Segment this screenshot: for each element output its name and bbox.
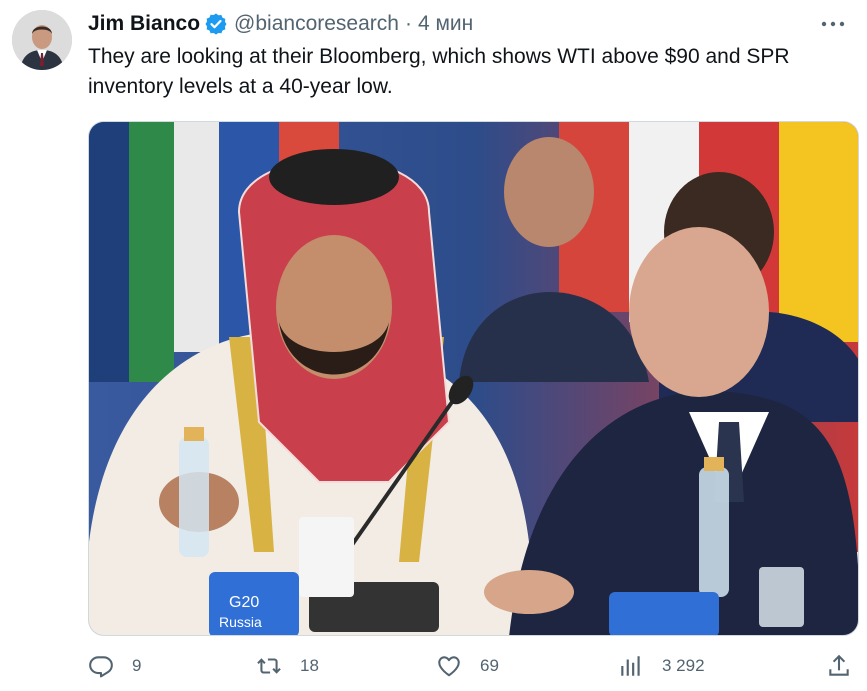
author-name[interactable]: Jim Bianco [88, 12, 200, 36]
heart-icon [436, 653, 462, 679]
author-handle[interactable]: @biancoresearch [234, 12, 399, 36]
separator-dot: · [404, 12, 412, 35]
tweet-actions: 9 18 69 3 292 [88, 650, 858, 686]
tweet-card: Jim Bianco @biancoresearch · 4 мин They … [0, 0, 867, 691]
like-button[interactable]: 69 [436, 653, 499, 679]
placard-logo: G20 [229, 594, 259, 611]
reply-icon [88, 653, 114, 679]
share-button[interactable] [826, 653, 852, 679]
tweet-text: They are looking at their Bloomberg, whi… [88, 45, 790, 98]
views-count: 3 292 [662, 656, 705, 675]
retweet-icon [256, 653, 282, 679]
views-icon [618, 653, 644, 679]
more-icon[interactable] [817, 11, 849, 37]
avatar[interactable] [12, 10, 72, 70]
retweet-button[interactable]: 18 [256, 653, 319, 679]
reply-count: 9 [132, 656, 142, 675]
like-count: 69 [480, 656, 499, 675]
verified-badge-icon [204, 12, 228, 36]
tweet-photo[interactable]: G20 Russia [88, 121, 859, 636]
tweet-timestamp[interactable]: 4 мин [418, 12, 473, 36]
share-icon [826, 653, 852, 679]
views-button[interactable]: 3 292 [618, 653, 705, 679]
tweet-header: Jim Bianco @biancoresearch · 4 мин [88, 9, 855, 39]
retweet-count: 18 [300, 656, 319, 675]
reply-button[interactable]: 9 [88, 653, 141, 679]
placard-text: Russia [219, 614, 262, 630]
